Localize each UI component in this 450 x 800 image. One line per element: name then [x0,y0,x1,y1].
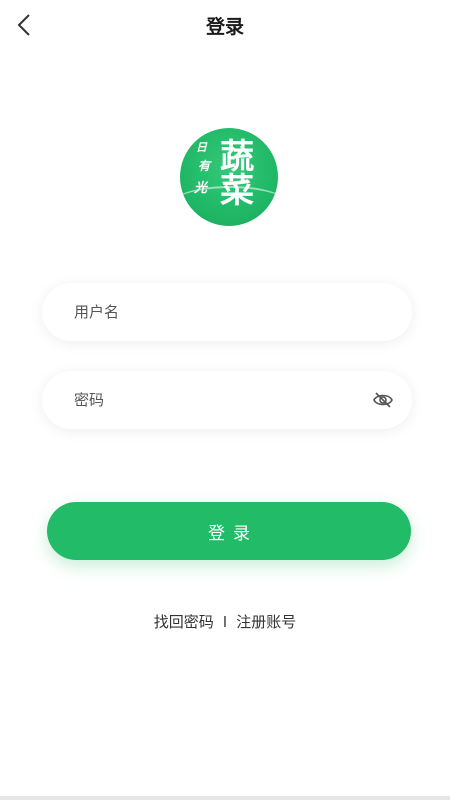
forgot-password-link[interactable]: 找回密码 [154,611,214,632]
password-field-container [42,371,412,429]
logo-char: 菜 [220,171,254,211]
logo-char: 有 [198,159,211,173]
app-logo: 日 有 光 蔬 菜 [180,128,278,226]
username-input[interactable] [74,303,394,321]
auth-links: 找回密码 I 注册账号 [0,611,450,632]
username-field-container [42,283,412,341]
logo-char: 光 [194,181,208,196]
bottom-divider [0,796,450,800]
app-header: 登录 [0,0,450,50]
eye-off-icon [373,392,393,408]
register-link[interactable]: 注册账号 [236,611,296,632]
password-visibility-toggle[interactable] [372,389,394,411]
logo-char: 日 [196,141,207,154]
password-input[interactable] [74,391,372,409]
login-button[interactable]: 登录 [47,502,411,560]
links-separator: I [222,612,228,631]
logo-char: 蔬 [220,137,254,177]
page-title: 登录 [205,16,244,38]
